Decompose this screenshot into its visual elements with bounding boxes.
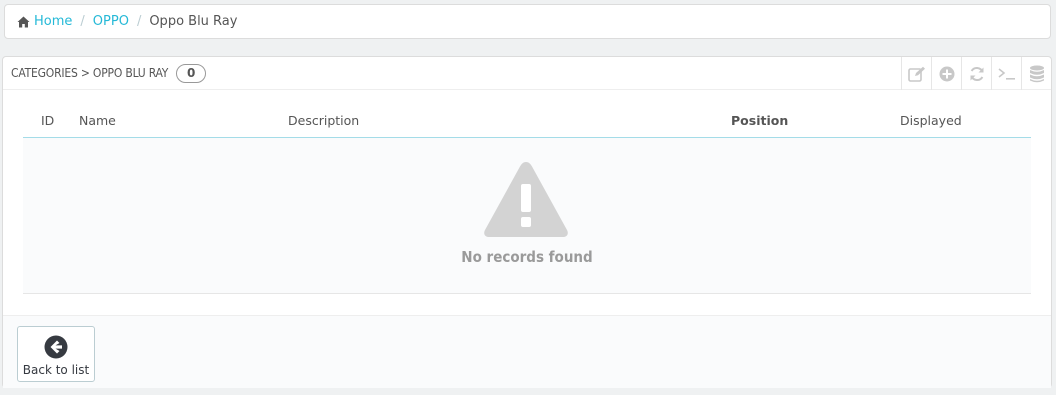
sql-query-button[interactable] (991, 57, 1021, 90)
arrow-circle-left-icon (44, 335, 68, 359)
refresh-icon (970, 66, 983, 81)
record-count-badge: 0 (176, 63, 207, 83)
refresh-button[interactable] (961, 57, 991, 90)
add-button[interactable] (931, 57, 961, 90)
breadcrumb-parent-link[interactable]: OPPO (93, 14, 129, 29)
breadcrumb-separator: / (80, 14, 85, 29)
edit-button[interactable] (901, 57, 931, 90)
panel-heading: CATEGORIES > OPPO BLU RAY 0 (3, 57, 1051, 90)
home-icon (17, 16, 30, 27)
back-to-list-label: Back to list (22, 363, 90, 377)
edit-icon (907, 66, 925, 82)
column-header-displayed[interactable]: Displayed (900, 113, 962, 128)
column-header-position[interactable]: Position (731, 113, 788, 128)
terminal-icon (998, 67, 1015, 80)
column-header-description[interactable]: Description (288, 113, 359, 128)
breadcrumb-current: Oppo Blu Ray (149, 14, 238, 29)
empty-message: No records found (461, 248, 593, 266)
warning-icon (484, 162, 568, 237)
export-button[interactable] (1021, 57, 1051, 90)
panel-toolbar (901, 57, 1051, 90)
empty-table-body: No records found (23, 138, 1031, 294)
breadcrumb-home-label[interactable]: Home (34, 14, 72, 29)
panel-title: CATEGORIES > OPPO BLU RAY (11, 66, 169, 80)
breadcrumb-home-link[interactable]: Home (17, 14, 72, 29)
back-to-list-button[interactable]: Back to list (17, 326, 95, 382)
panel-footer: Back to list (3, 315, 1051, 388)
column-header-id[interactable]: ID (41, 113, 54, 128)
database-icon (1029, 65, 1044, 82)
categories-table: ID Name Description Position Displayed N… (23, 103, 1031, 294)
add-icon (939, 66, 954, 81)
breadcrumb: Home / OPPO / Oppo Blu Ray (4, 4, 1051, 39)
column-header-name[interactable]: Name (79, 113, 116, 128)
breadcrumb-separator: / (136, 14, 142, 29)
categories-panel: CATEGORIES > OPPO BLU RAY 0 ID Name Desc… (2, 56, 1052, 388)
table-header: ID Name Description Position Displayed (23, 103, 1031, 138)
